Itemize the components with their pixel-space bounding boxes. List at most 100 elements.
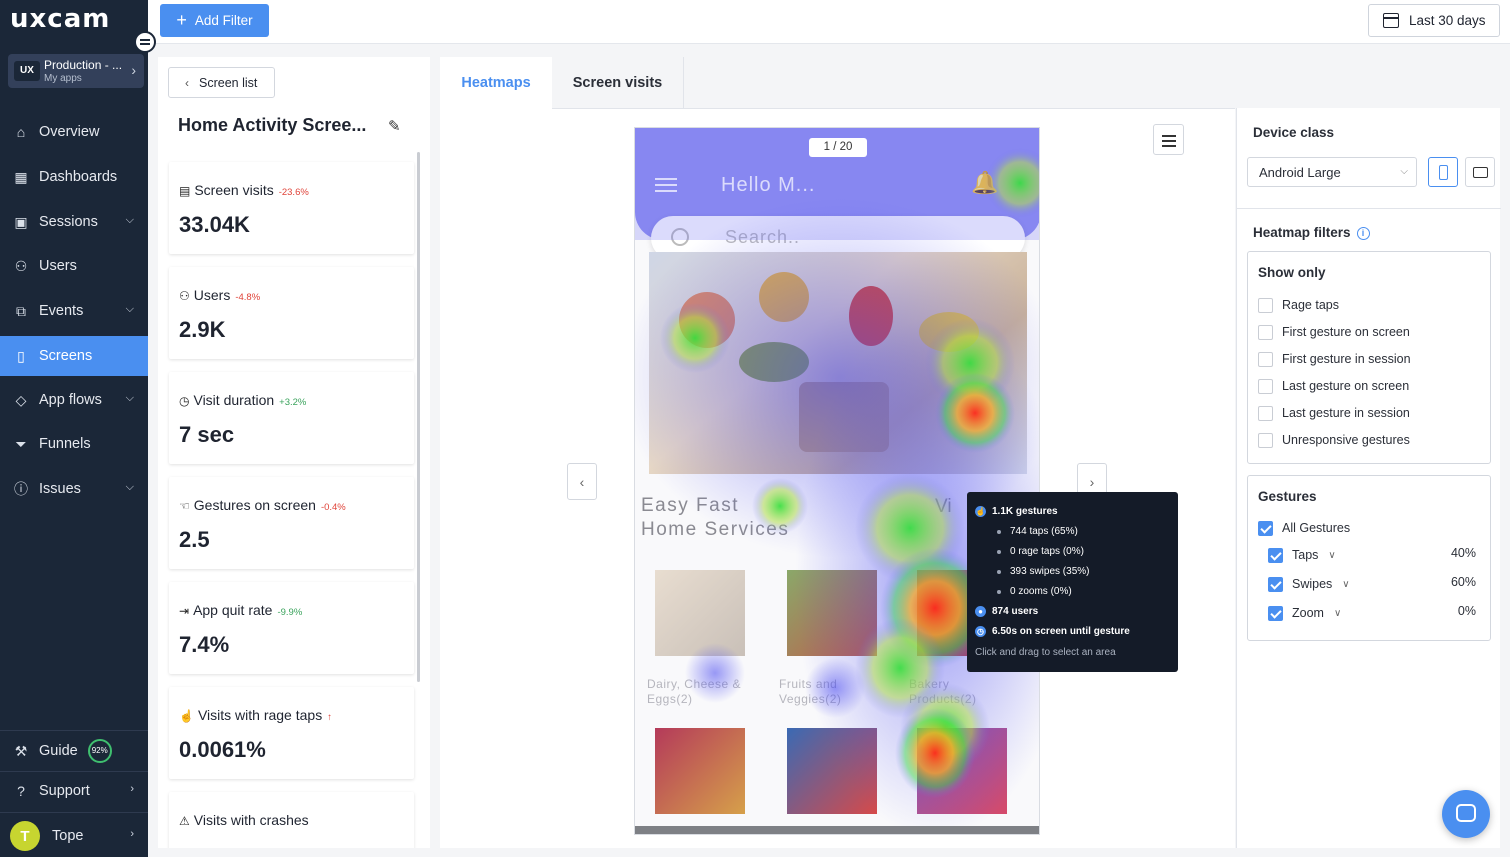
tab-heatmaps[interactable]: Heatmaps xyxy=(440,57,552,109)
gesture-checkbox-taps[interactable]: Taps ∨ xyxy=(1268,547,1336,563)
chevron-down-icon[interactable]: ∨ xyxy=(1342,579,1349,590)
app-switcher[interactable]: UX Production - ... My apps › xyxy=(8,54,144,88)
product-thumb-2 xyxy=(787,728,877,814)
sidebar-item-funnels[interactable]: ⏷ Funnels xyxy=(0,424,148,464)
info-icon[interactable]: i xyxy=(1356,227,1370,240)
category-label-line: Veggies(2) xyxy=(779,692,842,706)
sidebar-item-label: Funnels xyxy=(39,436,91,452)
gesture-checkbox-zoom[interactable]: Zoom ∨ xyxy=(1268,605,1341,621)
checkbox-icon xyxy=(1258,432,1273,448)
sidebar-item-label: Users xyxy=(39,258,77,274)
show-only-option[interactable]: First gesture on screen xyxy=(1258,324,1410,340)
users-icon: ⚇ xyxy=(14,257,28,274)
stat-card-visits-with-crashes[interactable]: ⚠ Visits with crashes xyxy=(169,792,414,848)
show-only-title: Show only xyxy=(1258,265,1326,280)
sidebar-item-app-flows[interactable]: ◇ App flows ⌵ xyxy=(0,380,148,420)
sidebar-item-dashboards[interactable]: ▦ Dashboards xyxy=(0,157,148,197)
screen-list-back-button[interactable]: ‹ Screen list xyxy=(168,67,275,98)
heatmap-screen-preview[interactable]: Hello M... 🔔 1 / 20 Search.. Easy Fast H… xyxy=(634,127,1040,835)
promo-right-text: Vi xyxy=(935,496,952,517)
show-only-option[interactable]: First gesture in session xyxy=(1258,351,1411,367)
bullet-icon xyxy=(997,529,1001,534)
promo-text: Easy Fast Home Services xyxy=(641,494,789,542)
guide-label: Guide xyxy=(39,743,78,759)
stat-card-screen-visits[interactable]: ▤ Screen visits -23.6% 33.04K xyxy=(169,162,414,254)
chevron-down-icon[interactable]: ∨ xyxy=(1328,550,1335,561)
uxcam-logo[interactable]: uxcam xyxy=(10,4,110,34)
stat-card-users[interactable]: ⚇ Users -4.8% 2.9K xyxy=(169,267,414,359)
app-subtitle: My apps xyxy=(44,73,82,84)
chevron-down-icon[interactable]: ∨ xyxy=(1334,608,1341,619)
sidebar: uxcam UX Production - ... My apps › ⌂ Ove… xyxy=(0,0,156,857)
chat-launcher-button[interactable] xyxy=(1442,790,1490,838)
app-search-placeholder: Search.. xyxy=(725,227,801,247)
show-only-option[interactable]: Last gesture on screen xyxy=(1258,378,1409,394)
sidebar-item-events[interactable]: ⧉ Events ⌵ xyxy=(0,291,148,331)
previous-screenshot-button[interactable]: ‹ xyxy=(567,463,597,500)
checkbox-icon xyxy=(1258,324,1273,340)
sidebar-item-users[interactable]: ⚇ Users xyxy=(0,246,148,286)
heatmap-settings-button[interactable] xyxy=(1153,124,1184,155)
all-gestures-checkbox[interactable]: All Gestures xyxy=(1258,520,1350,536)
phone-icon xyxy=(1439,165,1448,180)
category-label-dairy: Dairy, Cheese & Eggs(2) xyxy=(647,677,741,707)
bullet-icon xyxy=(997,569,1001,574)
stat-card-gestures-on-screen[interactable]: ☜ Gestures on screen -0.4% 2.5 xyxy=(169,477,414,569)
hand-icon: ☝ xyxy=(179,709,194,723)
gesture-percent: 40% xyxy=(1450,546,1476,560)
category-label-fruits: Fruits and Veggies(2) xyxy=(779,677,841,707)
stat-title-text: Gestures on screen xyxy=(193,497,316,513)
gesture-checkbox-swipes[interactable]: Swipes ∨ xyxy=(1268,576,1350,592)
heatmap-filters-title: Heatmap filters i xyxy=(1253,225,1370,240)
stat-value: 7 sec xyxy=(179,422,235,447)
show-only-option[interactable]: Rage taps xyxy=(1258,297,1339,313)
category-label-line: Fruits and xyxy=(779,677,838,691)
checkbox-checked-icon xyxy=(1268,547,1283,563)
edit-icon[interactable]: ✎ xyxy=(388,117,401,135)
sidebar-item-issues[interactable]: ⓘ Issues ⌵ xyxy=(0,469,148,509)
sidebar-item-label: Screens xyxy=(39,348,93,364)
sidebar-item-screens[interactable]: ▯ Screens xyxy=(0,336,148,376)
checkbox-icon xyxy=(1258,405,1273,421)
tab-screen-visits[interactable]: Screen visits xyxy=(552,57,684,109)
scrollbar[interactable] xyxy=(417,152,420,682)
stat-card-visits-with-rage-taps[interactable]: ☝ Visits with rage taps ↑ 0.0061% xyxy=(169,687,414,779)
tooltip-taps: 744 taps (65%) xyxy=(975,526,1078,537)
tooltip-users-text: 874 users xyxy=(992,606,1039,617)
stat-card-visit-duration[interactable]: ◷ Visit duration +3.2% 7 sec xyxy=(169,372,414,464)
stat-title: ⚠ Visits with crashes xyxy=(179,812,314,828)
checkbox-icon xyxy=(1258,351,1273,367)
search-icon xyxy=(671,228,689,246)
sidebar-collapse-toggle[interactable] xyxy=(134,31,156,53)
show-only-label: Last gesture in session xyxy=(1282,406,1410,420)
stat-title-text: Visits with crashes xyxy=(193,812,309,828)
top-bar: + Add Filter Last 30 days xyxy=(148,0,1510,44)
show-only-label: Last gesture on screen xyxy=(1282,379,1410,393)
category-label-line: Bakery xyxy=(909,677,950,691)
stat-value: 2.5 xyxy=(179,527,210,552)
tablet-view-button[interactable] xyxy=(1465,157,1495,187)
sidebar-item-support[interactable]: ? Support › xyxy=(0,771,148,811)
gestures-title: Gestures xyxy=(1258,489,1317,504)
sessions-icon: ▣ xyxy=(14,213,28,230)
sidebar-item-guide[interactable]: ⚒ Guide 92% xyxy=(0,731,148,771)
stat-card-app-quit-rate[interactable]: ⇥ App quit rate -9.9% 7.4% xyxy=(169,582,414,674)
date-range-picker[interactable]: Last 30 days xyxy=(1368,4,1500,37)
gesture-label: Zoom xyxy=(1292,606,1324,620)
gesture-icon: ☜ xyxy=(179,499,190,513)
sidebar-item-overview[interactable]: ⌂ Overview xyxy=(0,112,148,152)
chevron-right-icon: › xyxy=(131,62,136,78)
tooltip-rage-taps: 0 rage taps (0%) xyxy=(975,546,1084,557)
sliders-icon xyxy=(1162,140,1176,142)
app-flows-icon: ◇ xyxy=(15,391,27,408)
sidebar-item-sessions[interactable]: ▣ Sessions ⌵ xyxy=(0,202,148,242)
add-filter-button[interactable]: + Add Filter xyxy=(160,4,269,37)
sidebar-item-user[interactable]: T Tope › xyxy=(0,816,148,856)
show-only-option[interactable]: Last gesture in session xyxy=(1258,405,1410,421)
show-only-option[interactable]: Unresponsive gestures xyxy=(1258,432,1410,448)
phone-view-button[interactable] xyxy=(1428,157,1458,187)
plus-icon: + xyxy=(176,10,187,30)
preview-bottom-bar xyxy=(635,826,1039,834)
device-class-select[interactable]: Android Large ⌵ xyxy=(1247,157,1417,187)
page-indicator: 1 / 20 xyxy=(809,138,867,157)
